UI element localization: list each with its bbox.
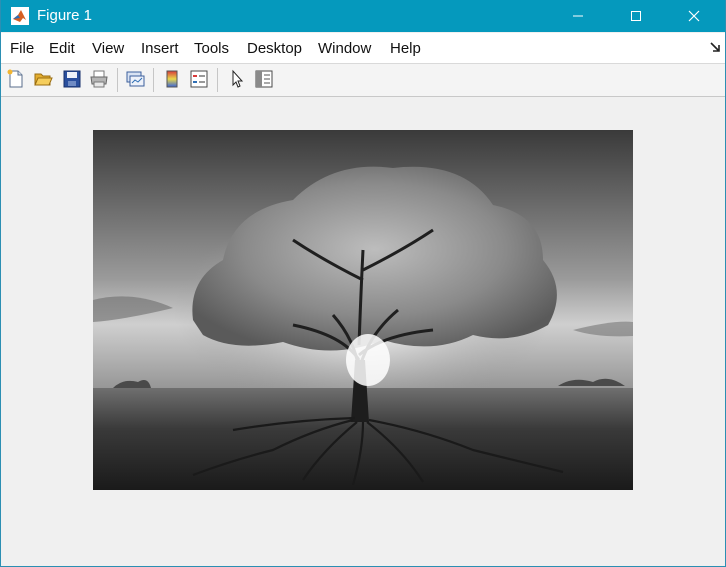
title-bar[interactable]: Figure 1 [1, 0, 725, 32]
window-title: Figure 1 [37, 7, 93, 24]
menu-desktop[interactable]: Desktop [247, 40, 302, 58]
figure-toolbar [1, 64, 725, 97]
new-figure-icon [7, 69, 23, 88]
toolbar-separator [117, 68, 118, 92]
colorbar-icon [166, 70, 178, 88]
matlab-logo-icon [11, 7, 29, 25]
menu-window[interactable]: Window [318, 40, 371, 58]
pointer-button[interactable] [226, 68, 248, 90]
minimize-icon [573, 15, 583, 17]
menu-bar: File Edit View Insert Tools Desktop Wind… [1, 33, 725, 64]
dock-arrow-icon[interactable] [710, 42, 722, 54]
menu-insert[interactable]: Insert [141, 40, 179, 58]
maximize-button[interactable] [613, 0, 659, 32]
colorbar-button[interactable] [161, 68, 183, 90]
property-editor-icon [255, 70, 273, 88]
legend-icon [190, 70, 208, 88]
toolbar-separator [217, 68, 218, 92]
print-icon [90, 70, 108, 88]
open-file-button[interactable] [32, 68, 54, 90]
property-editor-button[interactable] [253, 68, 275, 90]
link-plot-icon [126, 71, 145, 87]
legend-button[interactable] [188, 68, 210, 90]
menu-help[interactable]: Help [390, 40, 421, 58]
menu-file[interactable]: File [10, 40, 34, 58]
save-icon [63, 70, 81, 88]
grayscale-tree-roots-image [93, 130, 633, 490]
close-button[interactable] [671, 0, 717, 32]
link-plot-button[interactable] [124, 68, 146, 90]
open-file-icon [34, 73, 53, 86]
menu-view[interactable]: View [92, 40, 124, 58]
save-button[interactable] [61, 68, 83, 90]
print-button[interactable] [88, 68, 110, 90]
new-figure-button[interactable] [5, 68, 27, 90]
close-icon [688, 10, 700, 22]
minimize-button[interactable] [555, 0, 601, 32]
figure-canvas[interactable] [1, 97, 725, 566]
menu-tools[interactable]: Tools [194, 40, 229, 58]
toolbar-separator [153, 68, 154, 92]
menu-edit[interactable]: Edit [49, 40, 75, 58]
maximize-icon [631, 11, 641, 21]
pointer-icon [232, 69, 244, 88]
figure-window: Figure 1 File Edit View Insert Tools Des… [0, 0, 726, 567]
